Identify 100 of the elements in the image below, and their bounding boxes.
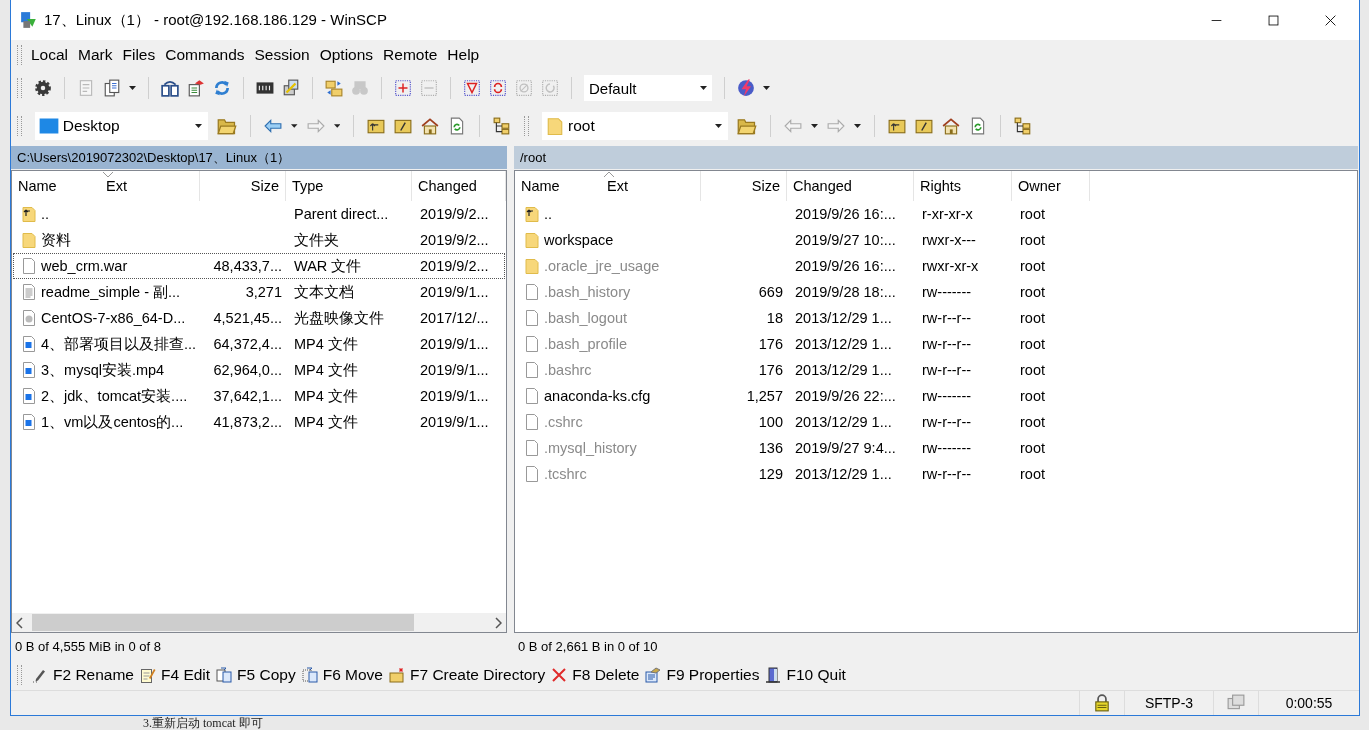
file-row[interactable]: .bash_history 669 2019/9/28 18:... rw------- root bbox=[516, 279, 1356, 305]
column-header[interactable]: Rights bbox=[914, 171, 1012, 201]
command-button[interactable]: F6 Move bbox=[301, 666, 383, 684]
scroll-left-icon[interactable] bbox=[16, 616, 24, 629]
column-header[interactable]: Size bbox=[200, 171, 286, 201]
column-header[interactable]: Owner bbox=[1012, 171, 1090, 201]
file-row[interactable]: CentOS-7-x86_64-D... 4,521,45... 光盘映像文件 2017/12/... bbox=[13, 305, 505, 331]
compare-icon[interactable] bbox=[161, 79, 179, 97]
file-row[interactable]: anaconda-ks.cfg 1,257 2019/9/26 22:... rw------- root bbox=[516, 383, 1356, 409]
folders-icon[interactable] bbox=[325, 79, 343, 97]
command-button[interactable]: F10 Quit bbox=[765, 666, 846, 684]
file-rights: rw-r--r-- bbox=[922, 466, 972, 482]
lightning-icon[interactable] bbox=[737, 79, 755, 97]
file-owner: root bbox=[1020, 388, 1045, 404]
file-size: 37,642,1... bbox=[213, 388, 282, 404]
file-rights: rw------- bbox=[922, 284, 972, 300]
column-header[interactable]: Ext bbox=[100, 171, 200, 201]
file-row[interactable]: workspace 2019/9/27 10:... rwxr-x--- root bbox=[516, 227, 1356, 253]
caret-icon[interactable] bbox=[129, 86, 136, 90]
menu-item[interactable]: Remote bbox=[378, 43, 443, 67]
column-header[interactable]: Changed bbox=[787, 171, 914, 201]
open-folder-icon[interactable] bbox=[217, 116, 238, 136]
menu-item[interactable]: Session bbox=[249, 43, 315, 67]
copy-documents-icon[interactable] bbox=[103, 79, 121, 97]
file-row[interactable]: .mysql_history 136 2019/9/27 9:4... rw------- root bbox=[516, 435, 1356, 461]
column-header[interactable]: Name bbox=[12, 171, 100, 201]
plus-icon[interactable] bbox=[394, 79, 412, 97]
file-row[interactable]: .bash_logout 18 2013/12/29 1... rw-r--r-- root bbox=[516, 305, 1356, 331]
command-button[interactable]: F2 Rename bbox=[32, 666, 134, 684]
video-file-icon bbox=[21, 336, 37, 352]
file-date: 2019/9/1... bbox=[420, 414, 489, 430]
command-button[interactable]: F9 Properties bbox=[645, 666, 760, 684]
file-row[interactable]: .. Parent direct... 2019/9/2... bbox=[13, 201, 505, 227]
caret-icon[interactable] bbox=[291, 124, 298, 128]
protocol-label: SFTP-3 bbox=[1144, 695, 1194, 711]
parent-folder-icon[interactable] bbox=[367, 117, 386, 135]
menu-item[interactable]: Local bbox=[26, 43, 74, 67]
menu-item[interactable]: Mark bbox=[73, 43, 118, 67]
terminal-icon[interactable] bbox=[256, 79, 274, 97]
menu-item[interactable]: Help bbox=[442, 43, 485, 67]
file-row[interactable]: readme_simple - 副... 3,271 文本文档 2019/9/1... bbox=[13, 279, 505, 305]
panel-path: /root bbox=[514, 146, 1358, 169]
file-row[interactable]: 资料 文件夹 2019/9/2... bbox=[13, 227, 505, 253]
menu-item[interactable]: Files bbox=[117, 43, 161, 67]
column-header[interactable]: Ext bbox=[601, 171, 701, 201]
file-row[interactable]: .bash_profile 176 2013/12/29 1... rw-r--r-- root bbox=[516, 331, 1356, 357]
file-row[interactable]: .oracle_jre_usage 2019/9/26 16:... rwxr-xr-x root bbox=[516, 253, 1356, 279]
refresh-icon[interactable] bbox=[213, 79, 231, 97]
command-button[interactable]: F8 Delete bbox=[551, 666, 640, 684]
synchronize-icon[interactable] bbox=[187, 79, 205, 97]
file-row[interactable]: .cshrc 100 2013/12/29 1... rw-r--r-- root bbox=[516, 409, 1356, 435]
file-name: 4、部署项目以及排查... bbox=[41, 334, 197, 354]
location-dropdown[interactable]: Desktop bbox=[34, 112, 209, 140]
file-owner: root bbox=[1020, 310, 1045, 326]
file-row[interactable]: 4、部署项目以及排查... 64,372,4... MP4 文件 2019/9/1... bbox=[13, 331, 505, 357]
file-row[interactable]: .tcshrc 129 2013/12/29 1... rw-r--r-- root bbox=[516, 461, 1356, 487]
transfer-settings-dropdown[interactable]: Default bbox=[584, 75, 712, 101]
computer-icon[interactable] bbox=[282, 79, 300, 97]
settings-icon[interactable] bbox=[34, 79, 52, 97]
maximize-icon[interactable] bbox=[1267, 13, 1280, 27]
file-row[interactable]: 1、vm以及centos的... 41,873,2... MP4 文件 2019/9/1... bbox=[13, 409, 505, 435]
filter-icon[interactable] bbox=[463, 79, 481, 97]
menu-item[interactable]: Options bbox=[314, 43, 379, 67]
parent-folder-icon[interactable] bbox=[888, 117, 906, 135]
tree-icon[interactable] bbox=[492, 117, 511, 135]
file-size: 4,521,45... bbox=[213, 310, 282, 326]
file-row[interactable]: .bashrc 176 2013/12/29 1... rw-r--r-- root bbox=[516, 357, 1356, 383]
scroll-right-icon[interactable] bbox=[494, 616, 502, 629]
swap-icon[interactable] bbox=[489, 79, 507, 97]
file-row[interactable]: 2、jdk、tomcat安装.... 37,642,1... MP4 文件 2019/9/1... bbox=[13, 383, 505, 409]
new-folder-icon bbox=[389, 667, 405, 683]
file-size: 64,372,4... bbox=[213, 336, 282, 352]
panel-status: 0 B of 2,661 B in 0 of 10 bbox=[518, 639, 658, 654]
home-icon[interactable] bbox=[942, 117, 960, 135]
home-icon[interactable] bbox=[421, 117, 440, 135]
open-folder-icon[interactable] bbox=[737, 116, 757, 136]
file-row[interactable]: web_crm.war 48,433,7... WAR 文件 2019/9/2... bbox=[13, 253, 505, 279]
caret-icon[interactable] bbox=[763, 86, 770, 90]
menu-item[interactable]: Commands bbox=[160, 43, 250, 67]
file-date: 2019/9/2... bbox=[420, 258, 489, 274]
location-dropdown[interactable]: root bbox=[542, 112, 728, 140]
file-row[interactable]: 3、mysql安装.mp4 62,964,0... MP4 文件 2019/9/1... bbox=[13, 357, 505, 383]
file-size: 62,964,0... bbox=[213, 362, 282, 378]
tree-icon[interactable] bbox=[1014, 117, 1032, 135]
column-header[interactable]: Changed bbox=[412, 171, 506, 201]
command-button[interactable]: F7 Create Directory bbox=[389, 666, 546, 684]
scrollbar-thumb[interactable] bbox=[32, 614, 414, 631]
close-icon[interactable] bbox=[1324, 13, 1337, 27]
pencil-icon bbox=[32, 667, 48, 683]
column-header[interactable]: Size bbox=[701, 171, 787, 201]
root-folder-icon[interactable] bbox=[915, 117, 933, 135]
refresh-icon[interactable] bbox=[969, 117, 987, 135]
back-arrow-icon[interactable] bbox=[264, 117, 283, 135]
column-header[interactable]: Name bbox=[515, 171, 601, 201]
command-button[interactable]: F4 Edit bbox=[140, 666, 211, 684]
file-row[interactable]: .. 2019/9/26 16:... r-xr-xr-x root bbox=[516, 201, 1356, 227]
column-header[interactable]: Type bbox=[286, 171, 412, 201]
file-rights: r-xr-xr-x bbox=[922, 206, 973, 222]
root-folder-icon[interactable] bbox=[394, 117, 413, 135]
command-button[interactable]: F5 Copy bbox=[216, 666, 296, 684]
